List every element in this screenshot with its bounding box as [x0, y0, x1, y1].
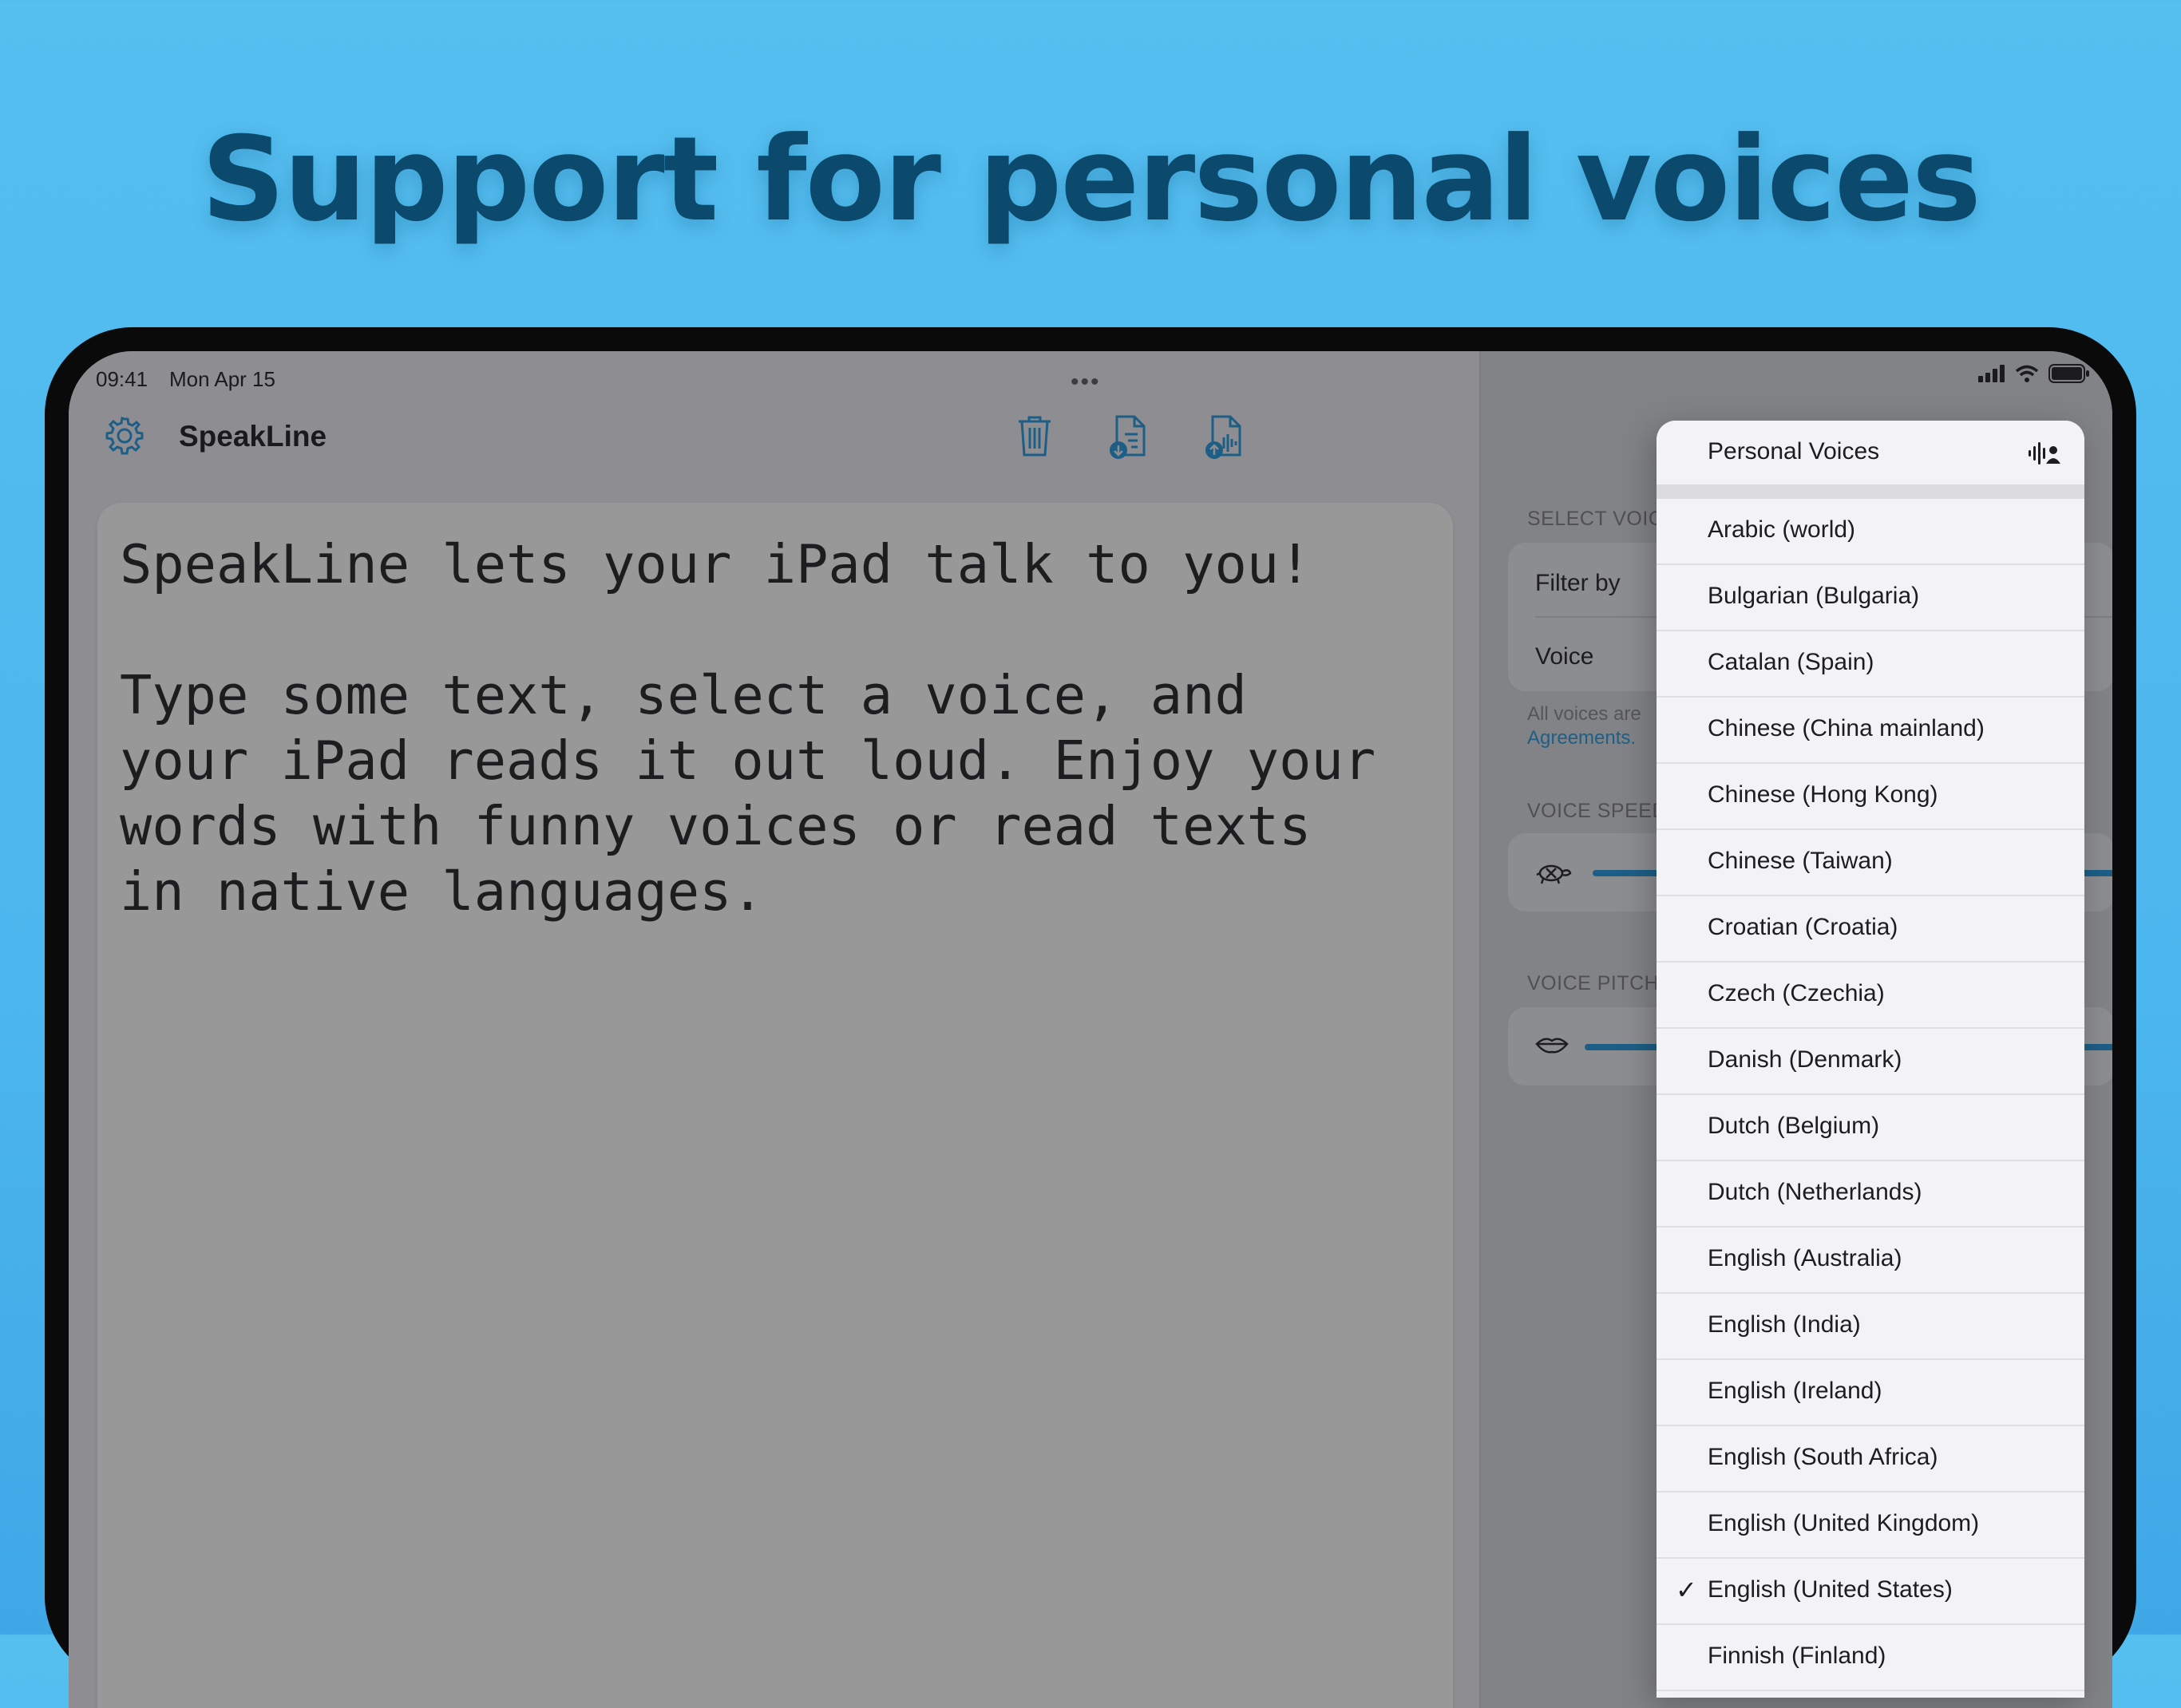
app-title: SpeakLine: [179, 420, 327, 453]
language-label: English (Ireland): [1708, 1378, 1882, 1404]
personal-voice-icon: [2029, 441, 2062, 469]
language-menu-item[interactable]: Czech (Czechia): [1657, 963, 2084, 1029]
settings-gear-icon[interactable]: [104, 415, 145, 461]
battery-icon: [2048, 364, 2090, 387]
language-menu-item[interactable]: English (Ireland): [1657, 1360, 2084, 1426]
editor-text[interactable]: SpeakLine lets your iPad talk to you! Ty…: [97, 503, 1453, 953]
language-menu-item[interactable]: Chinese (Hong Kong): [1657, 764, 2084, 830]
language-label: Chinese (Hong Kong): [1708, 781, 1938, 808]
language-label: Bulgarian (Bulgaria): [1708, 583, 1920, 609]
language-label: English (South Africa): [1708, 1444, 1938, 1470]
language-menu-item[interactable]: Catalan (Spain): [1657, 631, 2084, 698]
main-pane: 09:41 Mon Apr 15 ••• SpeakLine SpeakLine…: [69, 351, 1479, 1708]
import-document-icon[interactable]: [1109, 413, 1150, 465]
language-menu-item[interactable]: Croatian (Croatia): [1657, 896, 2084, 963]
filter-by-row[interactable]: Filter by: [1535, 570, 1621, 597]
export-audio-icon[interactable]: [1205, 413, 1246, 465]
language-menu-item[interactable]: English (South Africa): [1657, 1426, 2084, 1493]
language-menu-item[interactable]: Bulgarian (Bulgaria): [1657, 565, 2084, 631]
language-label: Dutch (Netherlands): [1708, 1179, 1922, 1205]
language-label: Catalan (Spain): [1708, 649, 1874, 675]
lips-icon: [1535, 1034, 1569, 1059]
language-menu-item[interactable]: English (Australia): [1657, 1228, 2084, 1294]
personal-voices-label: Personal Voices: [1708, 438, 1880, 465]
language-menu-item[interactable]: Chinese (Taiwan): [1657, 830, 2084, 896]
language-label: English (United States): [1708, 1576, 1953, 1603]
language-menu-item[interactable]: Dutch (Belgium): [1657, 1095, 2084, 1161]
language-dropdown-menu: Personal Voices Arabic (world) Bulgarian …: [1657, 421, 2084, 1698]
multitask-dots[interactable]: •••: [1071, 369, 1101, 396]
agreements-link[interactable]: Agreements.: [1527, 726, 1641, 750]
wifi-icon: [2015, 365, 2039, 386]
headline: Support for personal voices: [201, 112, 1981, 247]
status-indicators: [1978, 364, 2090, 387]
language-label: Chinese (Taiwan): [1708, 848, 1893, 874]
voice-row[interactable]: Voice: [1535, 643, 1593, 670]
language-list: Arabic (world) Bulgarian (Bulgaria) Catala…: [1657, 499, 2084, 1691]
language-label: Dutch (Belgium): [1708, 1113, 1880, 1139]
status-date: Mon Apr 15: [169, 367, 275, 391]
language-label: Danish (Denmark): [1708, 1046, 1902, 1073]
language-menu-item[interactable]: Dutch (Netherlands): [1657, 1161, 2084, 1228]
language-menu-item[interactable]: Finnish (Finland): [1657, 1625, 2084, 1691]
text-editor[interactable]: SpeakLine lets your iPad talk to you! Ty…: [97, 503, 1453, 1708]
language-label: English (India): [1708, 1311, 1861, 1338]
language-menu-item[interactable]: ✓ English (United States): [1657, 1559, 2084, 1625]
footnote-text: All voices are: [1527, 703, 1641, 725]
language-menu-item[interactable]: Danish (Denmark): [1657, 1029, 2084, 1095]
language-label: Croatian (Croatia): [1708, 914, 1898, 940]
language-label: English (Australia): [1708, 1245, 1902, 1271]
language-menu-item[interactable]: Chinese (China mainland): [1657, 698, 2084, 764]
menu-separator: [1657, 484, 2084, 499]
language-label: Czech (Czechia): [1708, 980, 1885, 1006]
cellular-signal-icon: [1978, 365, 2005, 386]
language-menu-item[interactable]: Arabic (world): [1657, 499, 2084, 565]
trash-icon[interactable]: [1015, 413, 1054, 464]
language-label: Finnish (Finland): [1708, 1643, 1886, 1669]
voice-speed-label: VOICE SPEED: [1527, 800, 1667, 822]
turtle-icon: [1535, 857, 1572, 892]
checkmark-icon: ✓: [1676, 1576, 1697, 1604]
language-label: English (United Kingdom): [1708, 1510, 1980, 1536]
voice-pitch-label: VOICE PITCH: [1527, 972, 1660, 994]
language-label: Arabic (world): [1708, 516, 1856, 543]
personal-voices-menu-item[interactable]: Personal Voices: [1657, 421, 2084, 484]
language-menu-item[interactable]: English (India): [1657, 1294, 2084, 1360]
status-time: 09:41: [96, 367, 148, 391]
voices-footnote: All voices are Agreements.: [1527, 702, 1641, 750]
language-menu-item[interactable]: English (United Kingdom): [1657, 1493, 2084, 1559]
language-label: Chinese (China mainland): [1708, 715, 1985, 741]
select-voice-label: SELECT VOIC: [1527, 508, 1664, 530]
